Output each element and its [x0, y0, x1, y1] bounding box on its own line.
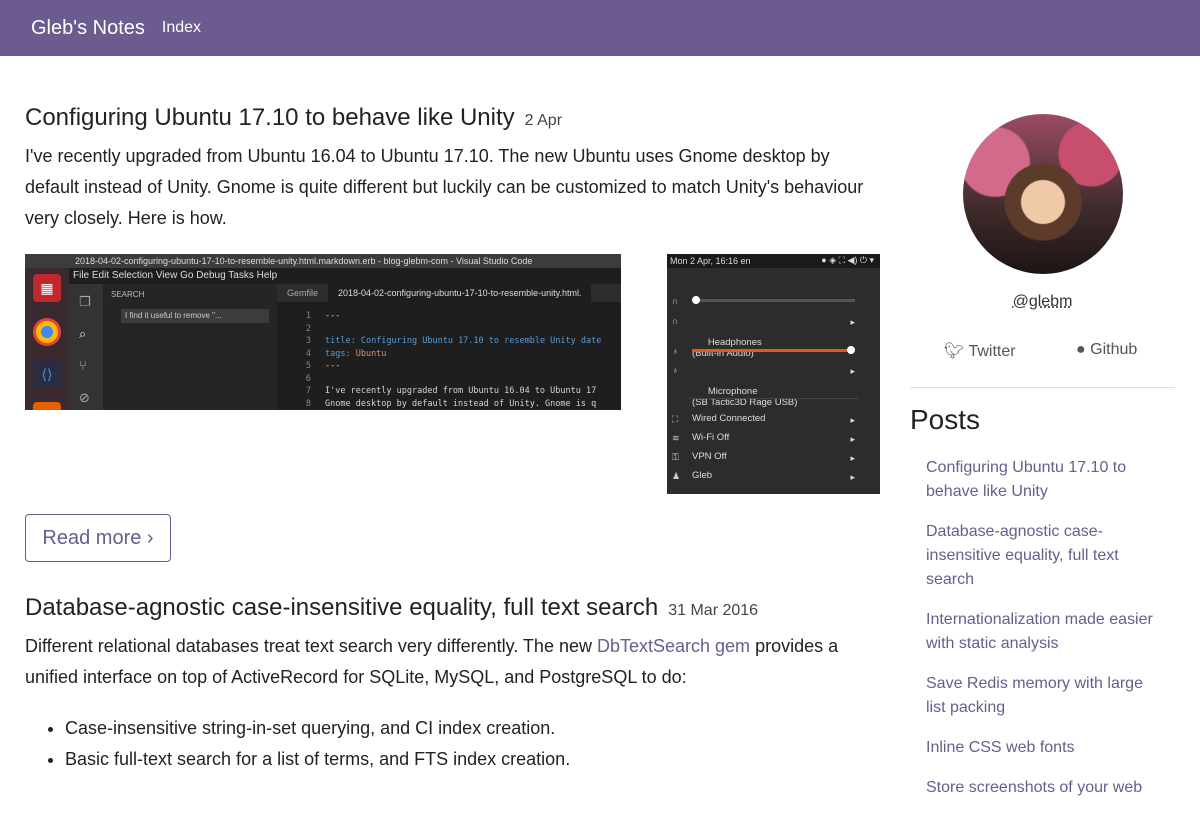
user-row: ♟ Gleb ▸ — [672, 470, 855, 482]
unity-launcher: ▦ ⟨⟩ — [25, 268, 69, 410]
chevron-right-icon: ▸ — [850, 453, 855, 463]
code-value: Configuring Ubuntu 17.10 to resemble Uni… — [355, 336, 602, 346]
feature-list: Case-insensitive string-in-set querying,… — [25, 713, 875, 775]
firefox-icon — [33, 402, 61, 410]
input-volume-slider — [692, 349, 851, 352]
tab-gemfile: Gemfile — [287, 288, 319, 298]
vscode-window-title: 2018-04-02-configuring-ubuntu-17-10-to-r… — [25, 254, 621, 268]
code-line: --- — [325, 311, 341, 321]
headphones-icon: ∩ — [672, 296, 679, 306]
user-label: Gleb — [692, 470, 713, 481]
ubuntu-menu-screenshot: Mon 2 Apr, 16:16 en ● ◈ ⛶ ◀) ⏻ ▾ ∩ ∩ Hea… — [667, 254, 880, 494]
post-title-link[interactable]: Database-agnostic case-insensitive equal… — [25, 594, 658, 622]
github-icon: ● — [1076, 341, 1086, 358]
nav-index-link[interactable]: Index — [162, 19, 201, 37]
github-link[interactable]: ● Github — [1076, 341, 1137, 359]
top-navbar: Gleb's Notes Index — [0, 0, 1200, 56]
post-excerpt-text: Different relational databases treat tex… — [25, 631, 875, 693]
twitter-handle-link[interactable]: @glebm — [910, 293, 1175, 311]
twitter-link[interactable]: 🐦︎ Twitter — [944, 341, 1016, 361]
code-key: tags: — [325, 348, 351, 359]
tab-post-file: 2018-04-02-configuring-ubuntu-17-10-to-r… — [328, 284, 592, 302]
vpn-label: VPN Off — [692, 451, 727, 462]
input-volume-knob — [847, 346, 855, 354]
headphones-label: Headphones (Built-in Audio) — [692, 337, 762, 359]
microphone-label: Microphone (SB Tactic3D Rage USB) — [692, 386, 798, 408]
chevron-right-icon: ▸ — [850, 415, 855, 425]
twitter-label: Twitter — [968, 343, 1016, 360]
avatar — [963, 114, 1123, 274]
posts-list-item[interactable]: Inline CSS web fonts — [926, 736, 1166, 760]
search-panel-input: I find it useful to remove "... — [121, 309, 269, 323]
system-tray-icons: ● ◈ ⛶ ◀) ⏻ ▾ — [821, 255, 874, 265]
output-volume-slider — [696, 299, 855, 302]
menu-divider — [689, 398, 858, 399]
read-more-button[interactable]: Read more › — [25, 514, 171, 562]
vscode-icon: ⟨⟩ — [33, 360, 61, 388]
dbtextsearch-link[interactable]: DbTextSearch gem — [597, 636, 750, 656]
post-title-row: Configuring Ubuntu 17.10 to behave like … — [25, 104, 562, 132]
line-numbers: 1 2 3 4 5 6 7 8 — [305, 311, 311, 409]
posts-list-item[interactable]: Internationalization made easier with st… — [926, 608, 1166, 656]
post-excerpt: I've recently upgraded from Ubuntu 16.04… — [25, 146, 864, 228]
chevron-right-icon: ▸ — [850, 472, 855, 482]
code-key: title: — [325, 336, 356, 346]
wifi-label: Wi-Fi Off — [692, 432, 730, 443]
user-icon: ♟ — [672, 471, 681, 481]
debug-icon: ⊘ — [79, 390, 90, 405]
site-brand-link[interactable]: Gleb's Notes — [31, 17, 145, 40]
post-title-link[interactable]: Configuring Ubuntu 17.10 to behave like … — [25, 104, 515, 132]
code-value: Ubuntu — [350, 348, 387, 359]
vpn-row: ⚿ VPN Off ▸ — [672, 451, 855, 463]
github-label: Github — [1090, 341, 1138, 358]
chrome-icon — [33, 318, 61, 346]
wifi-icon: ≋ — [672, 433, 680, 443]
explorer-icon: ❐ — [79, 294, 91, 309]
vscode-editor: 1 2 3 4 5 6 7 8 --- title: Configuring U… — [277, 310, 621, 410]
posts-list-item[interactable]: Database-agnostic case-insensitive equal… — [926, 520, 1166, 592]
posts-heading: Posts — [910, 404, 981, 435]
wifi-row: ≋ Wi-Fi Off ▸ — [672, 432, 855, 444]
chevron-right-icon: ▸ — [850, 434, 855, 444]
chevron-right-icon: ▸ — [850, 366, 855, 376]
list-item: Basic full-text search for a list of ter… — [65, 744, 875, 775]
post-title-row: Database-agnostic case-insensitive equal… — [25, 594, 758, 622]
vscode-activity-bar: ❐ ⌕ ⑂ ⊘ — [69, 284, 103, 410]
posts-list: Configuring Ubuntu 17.10 to behave like … — [926, 456, 1166, 816]
chevron-right-icon: ▸ — [850, 317, 855, 327]
source-control-icon: ⑂ — [79, 358, 87, 373]
posts-list-item[interactable]: Configuring Ubuntu 17.10 to behave like … — [926, 456, 1166, 504]
posts-list-item[interactable]: Save Redis memory with large list packin… — [926, 672, 1166, 720]
app-launcher-icon: ▦ — [33, 274, 61, 302]
vscode-tabs: Gemfile 2018-04-02-configuring-ubuntu-17-… — [277, 284, 621, 302]
code-line: I've recently upgraded from Ubuntu 16.04… — [325, 386, 597, 396]
wired-row: ⛶ Wired Connected ▸ — [672, 413, 855, 425]
sidebar-divider — [910, 387, 1175, 388]
text-segment: Different relational databases treat tex… — [25, 636, 597, 656]
code-line: Gnome desktop by default instead of Unit… — [325, 398, 597, 409]
search-panel-label: SEARCH — [111, 290, 145, 299]
vscode-menu-bar: File Edit Selection View Go Debug Tasks … — [73, 270, 278, 281]
code-lines: --- title: Configuring Ubuntu 17.10 to r… — [325, 310, 601, 410]
vpn-icon: ⚿ — [672, 452, 679, 462]
post-excerpt: Different relational databases treat tex… — [25, 631, 875, 775]
microphone-icon: ♁ — [672, 365, 679, 375]
wired-label: Wired Connected — [692, 413, 766, 424]
vscode-search-panel: SEARCH I find it useful to remove "... — [103, 284, 277, 410]
headphones-icon: ∩ — [672, 316, 679, 326]
microphone-icon: ♁ — [672, 346, 679, 356]
network-icon: ⛶ — [672, 414, 679, 424]
search-icon: ⌕ — [79, 326, 87, 341]
post-date: 2 Apr — [524, 112, 563, 129]
post-date: 31 Mar 2016 — [668, 602, 759, 619]
code-line: --- — [325, 361, 341, 371]
twitter-icon: 🐦︎ — [944, 343, 965, 360]
posts-list-item[interactable]: Store screenshots of your web — [926, 776, 1166, 800]
output-volume-knob — [692, 296, 700, 304]
list-item: Case-insensitive string-in-set querying,… — [65, 713, 875, 744]
vscode-screenshot: 2018-04-02-configuring-ubuntu-17-10-to-r… — [25, 254, 621, 410]
